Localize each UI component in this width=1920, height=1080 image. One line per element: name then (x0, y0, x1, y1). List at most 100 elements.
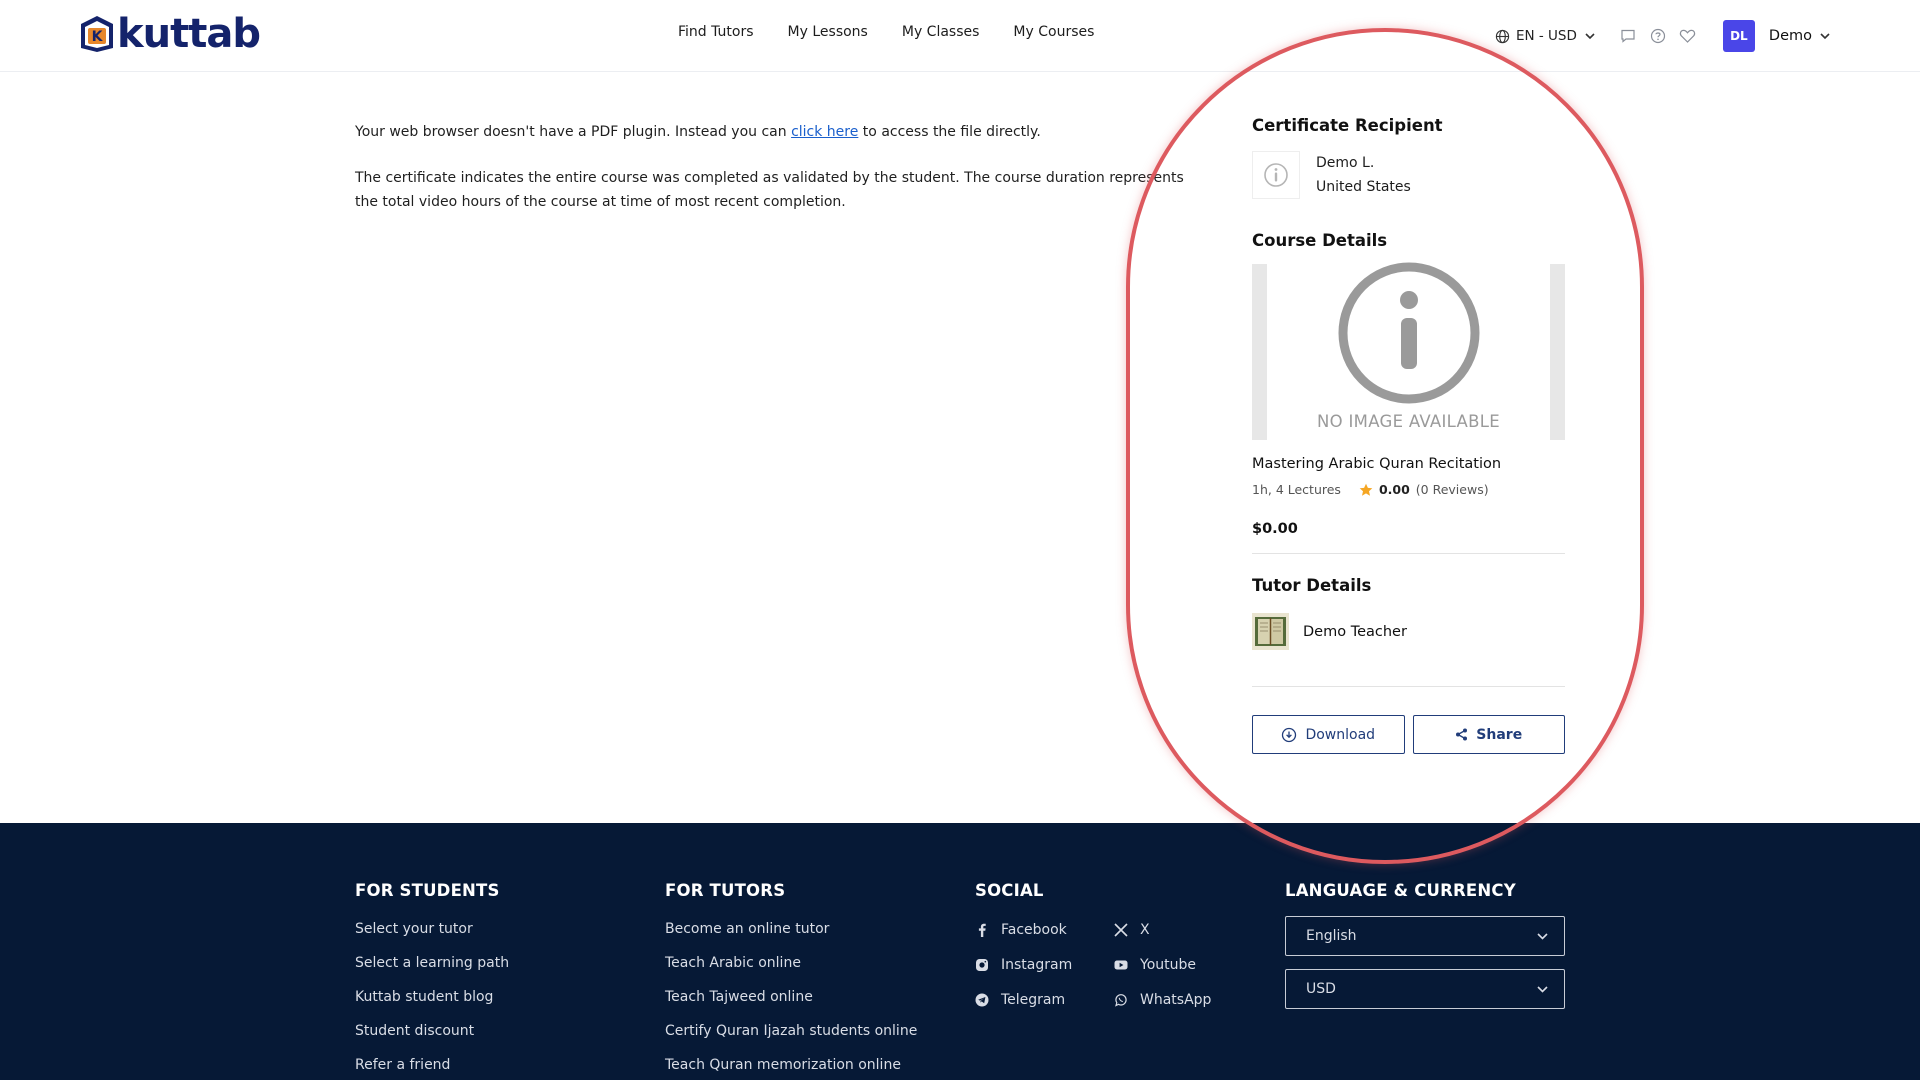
whatsapp-icon (1115, 993, 1127, 1007)
click-here-link[interactable]: click here (791, 124, 858, 140)
top-header: K kuttab Find Tutors My Lessons My Class… (0, 0, 1920, 72)
tutor-section-title: Tutor Details (1252, 576, 1372, 595)
share-button[interactable]: Share (1412, 715, 1565, 754)
footer-link[interactable]: Student discount (355, 1014, 509, 1048)
site-footer: FOR STUDENTS Select your tutor Select a … (0, 823, 1920, 1080)
recipient-country: United States (1316, 179, 1411, 195)
social-links: Facebook X Instagram Youtube Telegram Wh… (975, 912, 1234, 1017)
no-image-panel: NO IMAGE AVAILABLE (1267, 262, 1550, 440)
heart-icon[interactable] (1679, 27, 1697, 45)
footer-social: SOCIAL Facebook X Instagram Youtube Tele… (975, 881, 1234, 1017)
footer-students-title: FOR STUDENTS (355, 881, 500, 900)
certificate-actions: Download Share (1252, 715, 1565, 754)
main-nav: Find Tutors My Lessons My Classes My Cou… (678, 24, 1094, 40)
help-icon[interactable] (1649, 27, 1667, 45)
course-meta: 1h, 4 Lectures 0.00 (0 Reviews) (1252, 482, 1565, 497)
language-currency-selector[interactable]: EN - USD (1495, 28, 1595, 44)
header-actions: EN - USD DL Demo (1495, 18, 1830, 54)
course-rating: 0.00 (1378, 482, 1410, 497)
pdf-notice: Your web browser doesn't have a PDF plug… (355, 120, 1195, 236)
course-section-title: Course Details (1252, 231, 1388, 250)
social-x[interactable]: X (1114, 912, 1234, 947)
cloud-download-icon (1282, 727, 1297, 742)
social-instagram[interactable]: Instagram (975, 947, 1114, 982)
language-currency-label: EN - USD (1515, 28, 1577, 44)
footer-link[interactable]: Kuttab student blog (355, 980, 509, 1014)
certificate-sidebar: Certificate Recipient Demo L. United Sta… (1252, 116, 1565, 754)
instagram-icon (976, 958, 988, 971)
social-label: X (1140, 921, 1150, 938)
currency-select-value: USD (1306, 981, 1336, 997)
share-icon (1456, 728, 1468, 741)
nav-find-tutors[interactable]: Find Tutors (678, 24, 754, 40)
chevron-down-icon (1537, 985, 1548, 993)
certificate-description: The certificate indicates the entire cou… (355, 170, 1184, 210)
user-name: Demo (1768, 28, 1812, 44)
social-facebook[interactable]: Facebook (975, 912, 1114, 947)
footer-lang-title: LANGUAGE & CURRENCY (1285, 881, 1516, 900)
footer-tutors-title: FOR TUTORS (665, 881, 786, 900)
footer-link[interactable]: Become an online tutor (665, 912, 917, 946)
pdf-plugin-message: Your web browser doesn't have a PDF plug… (355, 120, 1195, 144)
social-label: Instagram (1001, 956, 1073, 973)
social-label: WhatsApp (1140, 991, 1212, 1008)
recipient-name: Demo L. (1316, 155, 1375, 171)
footer-social-title: SOCIAL (975, 881, 1044, 900)
footer-students: FOR STUDENTS Select your tutor Select a … (355, 881, 509, 1080)
kuttab-logo-icon: K (81, 16, 113, 52)
footer-language-currency: LANGUAGE & CURRENCY English USD (1285, 881, 1565, 1009)
facebook-icon (978, 923, 986, 937)
course-reviews: (0 Reviews) (1415, 482, 1489, 497)
social-label: Youtube (1140, 956, 1196, 973)
course-duration-lectures: 1h, 4 Lectures (1252, 482, 1341, 497)
notice-text-after: to access the file directly. (858, 124, 1041, 140)
user-menu[interactable]: Demo (1769, 28, 1830, 44)
footer-tutors: FOR TUTORS Become an online tutor Teach … (665, 881, 917, 1080)
footer-students-list: Select your tutor Select a learning path… (355, 912, 509, 1080)
download-button[interactable]: Download (1252, 715, 1405, 754)
course-image-placeholder: NO IMAGE AVAILABLE (1252, 262, 1565, 440)
recipient-card: Demo L. United States (1252, 151, 1565, 199)
currency-select[interactable]: USD (1285, 969, 1565, 1009)
chevron-down-icon (1820, 32, 1830, 39)
social-youtube[interactable]: Youtube (1114, 947, 1234, 982)
download-label: Download (1305, 726, 1376, 743)
svg-text:K: K (92, 29, 104, 45)
social-whatsapp[interactable]: WhatsApp (1114, 982, 1234, 1017)
recipient-section-title: Certificate Recipient (1252, 116, 1443, 135)
youtube-icon (1114, 960, 1128, 969)
avatar[interactable]: DL (1722, 20, 1755, 52)
social-label: Telegram (1001, 991, 1066, 1008)
nav-my-lessons[interactable]: My Lessons (788, 24, 868, 40)
messages-icon[interactable] (1619, 27, 1637, 45)
language-select-value: English (1306, 928, 1357, 944)
star-icon (1359, 483, 1373, 496)
course-price: $0.00 (1252, 521, 1298, 537)
footer-link[interactable]: Certify Quran Ijazah students online (665, 1014, 917, 1048)
divider (1252, 553, 1565, 554)
footer-link[interactable]: Teach Tajweed online (665, 980, 917, 1014)
social-label: Facebook (1001, 921, 1067, 938)
globe-icon (1495, 29, 1510, 43)
chevron-down-icon (1537, 932, 1548, 940)
footer-link[interactable]: Refer a friend (355, 1048, 509, 1080)
social-telegram[interactable]: Telegram (975, 982, 1114, 1017)
footer-link[interactable]: Select a learning path (355, 946, 509, 980)
share-label: Share (1476, 726, 1523, 743)
footer-link[interactable]: Teach Arabic online (665, 946, 917, 980)
logo-text: kuttab (117, 11, 261, 57)
nav-my-classes[interactable]: My Classes (902, 24, 980, 40)
footer-tutors-list: Become an online tutor Teach Arabic onli… (665, 912, 917, 1080)
info-icon (1264, 163, 1288, 187)
tutor-avatar (1252, 613, 1289, 650)
language-select[interactable]: English (1285, 916, 1565, 956)
course-name[interactable]: Mastering Arabic Quran Recitation (1252, 456, 1565, 472)
nav-my-courses[interactable]: My Courses (1013, 24, 1094, 40)
tutor-card[interactable]: Demo Teacher (1252, 613, 1565, 650)
footer-link[interactable]: Teach Quran memorization online (665, 1048, 917, 1080)
kuttab-logo[interactable]: K kuttab (78, 11, 261, 57)
notice-text: Your web browser doesn't have a PDF plug… (355, 124, 792, 140)
recipient-info: Demo L. United States (1316, 151, 1411, 199)
footer-link[interactable]: Select your tutor (355, 912, 509, 946)
recipient-avatar (1252, 151, 1300, 199)
